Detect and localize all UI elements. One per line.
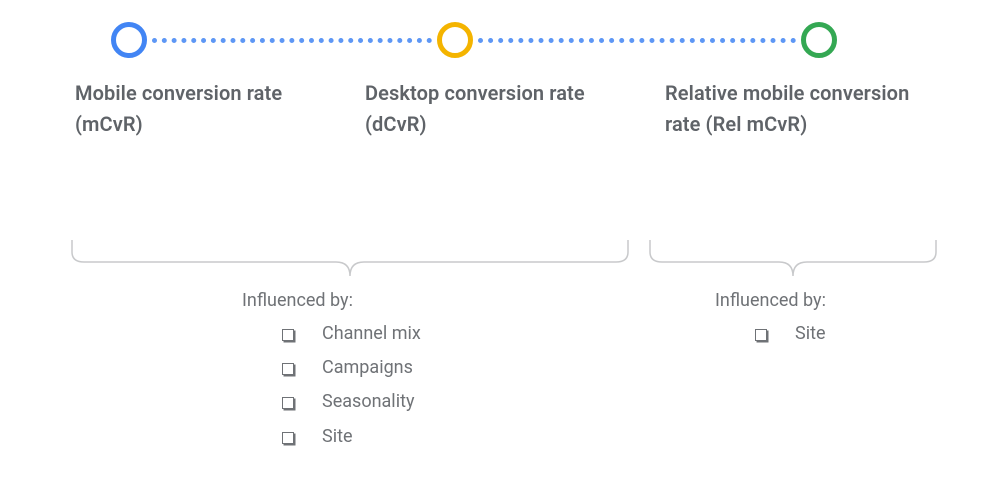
bullet-icon (755, 329, 767, 341)
list-item: Site (715, 317, 826, 351)
influenced-block-right: Influenced by: Site (715, 290, 826, 351)
node-circle-relmcvr (801, 22, 837, 58)
list-item: Seasonality (242, 385, 421, 419)
list-item: Campaigns (242, 351, 421, 385)
bullet-icon (282, 363, 294, 375)
connector-dots (478, 38, 796, 43)
bullet-icon (282, 432, 294, 444)
diagram-canvas: (function(){ const d = JSON.parse(docume… (0, 0, 1000, 502)
list-item: Channel mix (242, 317, 421, 351)
node-label-mcvr: Mobile conversion rate (mCvR) (75, 78, 345, 140)
bullet-icon (282, 329, 294, 341)
list-item-label: Campaigns (322, 351, 413, 385)
node-circle-dcvr (437, 22, 473, 58)
connector-dots (152, 38, 432, 43)
influenced-heading: Influenced by: (242, 290, 421, 311)
list-item-label: Seasonality (322, 385, 414, 419)
brace-icon (70, 238, 630, 286)
list-item-label: Site (322, 420, 353, 454)
node-label-relmcvr: Relative mobile conversion rate (Rel mCv… (665, 78, 925, 140)
node-label-dcvr: Desktop conversion rate (dCvR) (365, 78, 635, 140)
list-item-label: Channel mix (322, 317, 421, 351)
influenced-list: Channel mix Campaigns Seasonality Site (242, 317, 421, 454)
list-item: Site (242, 420, 421, 454)
brace-icon (648, 238, 938, 286)
node-circle-mcvr (111, 22, 147, 58)
influenced-heading: Influenced by: (715, 290, 826, 311)
influenced-block-left: Influenced by: Channel mix Campaigns Sea… (242, 290, 421, 454)
bullet-icon (282, 397, 294, 409)
list-item-label: Site (795, 317, 826, 351)
influenced-list: Site (715, 317, 826, 351)
